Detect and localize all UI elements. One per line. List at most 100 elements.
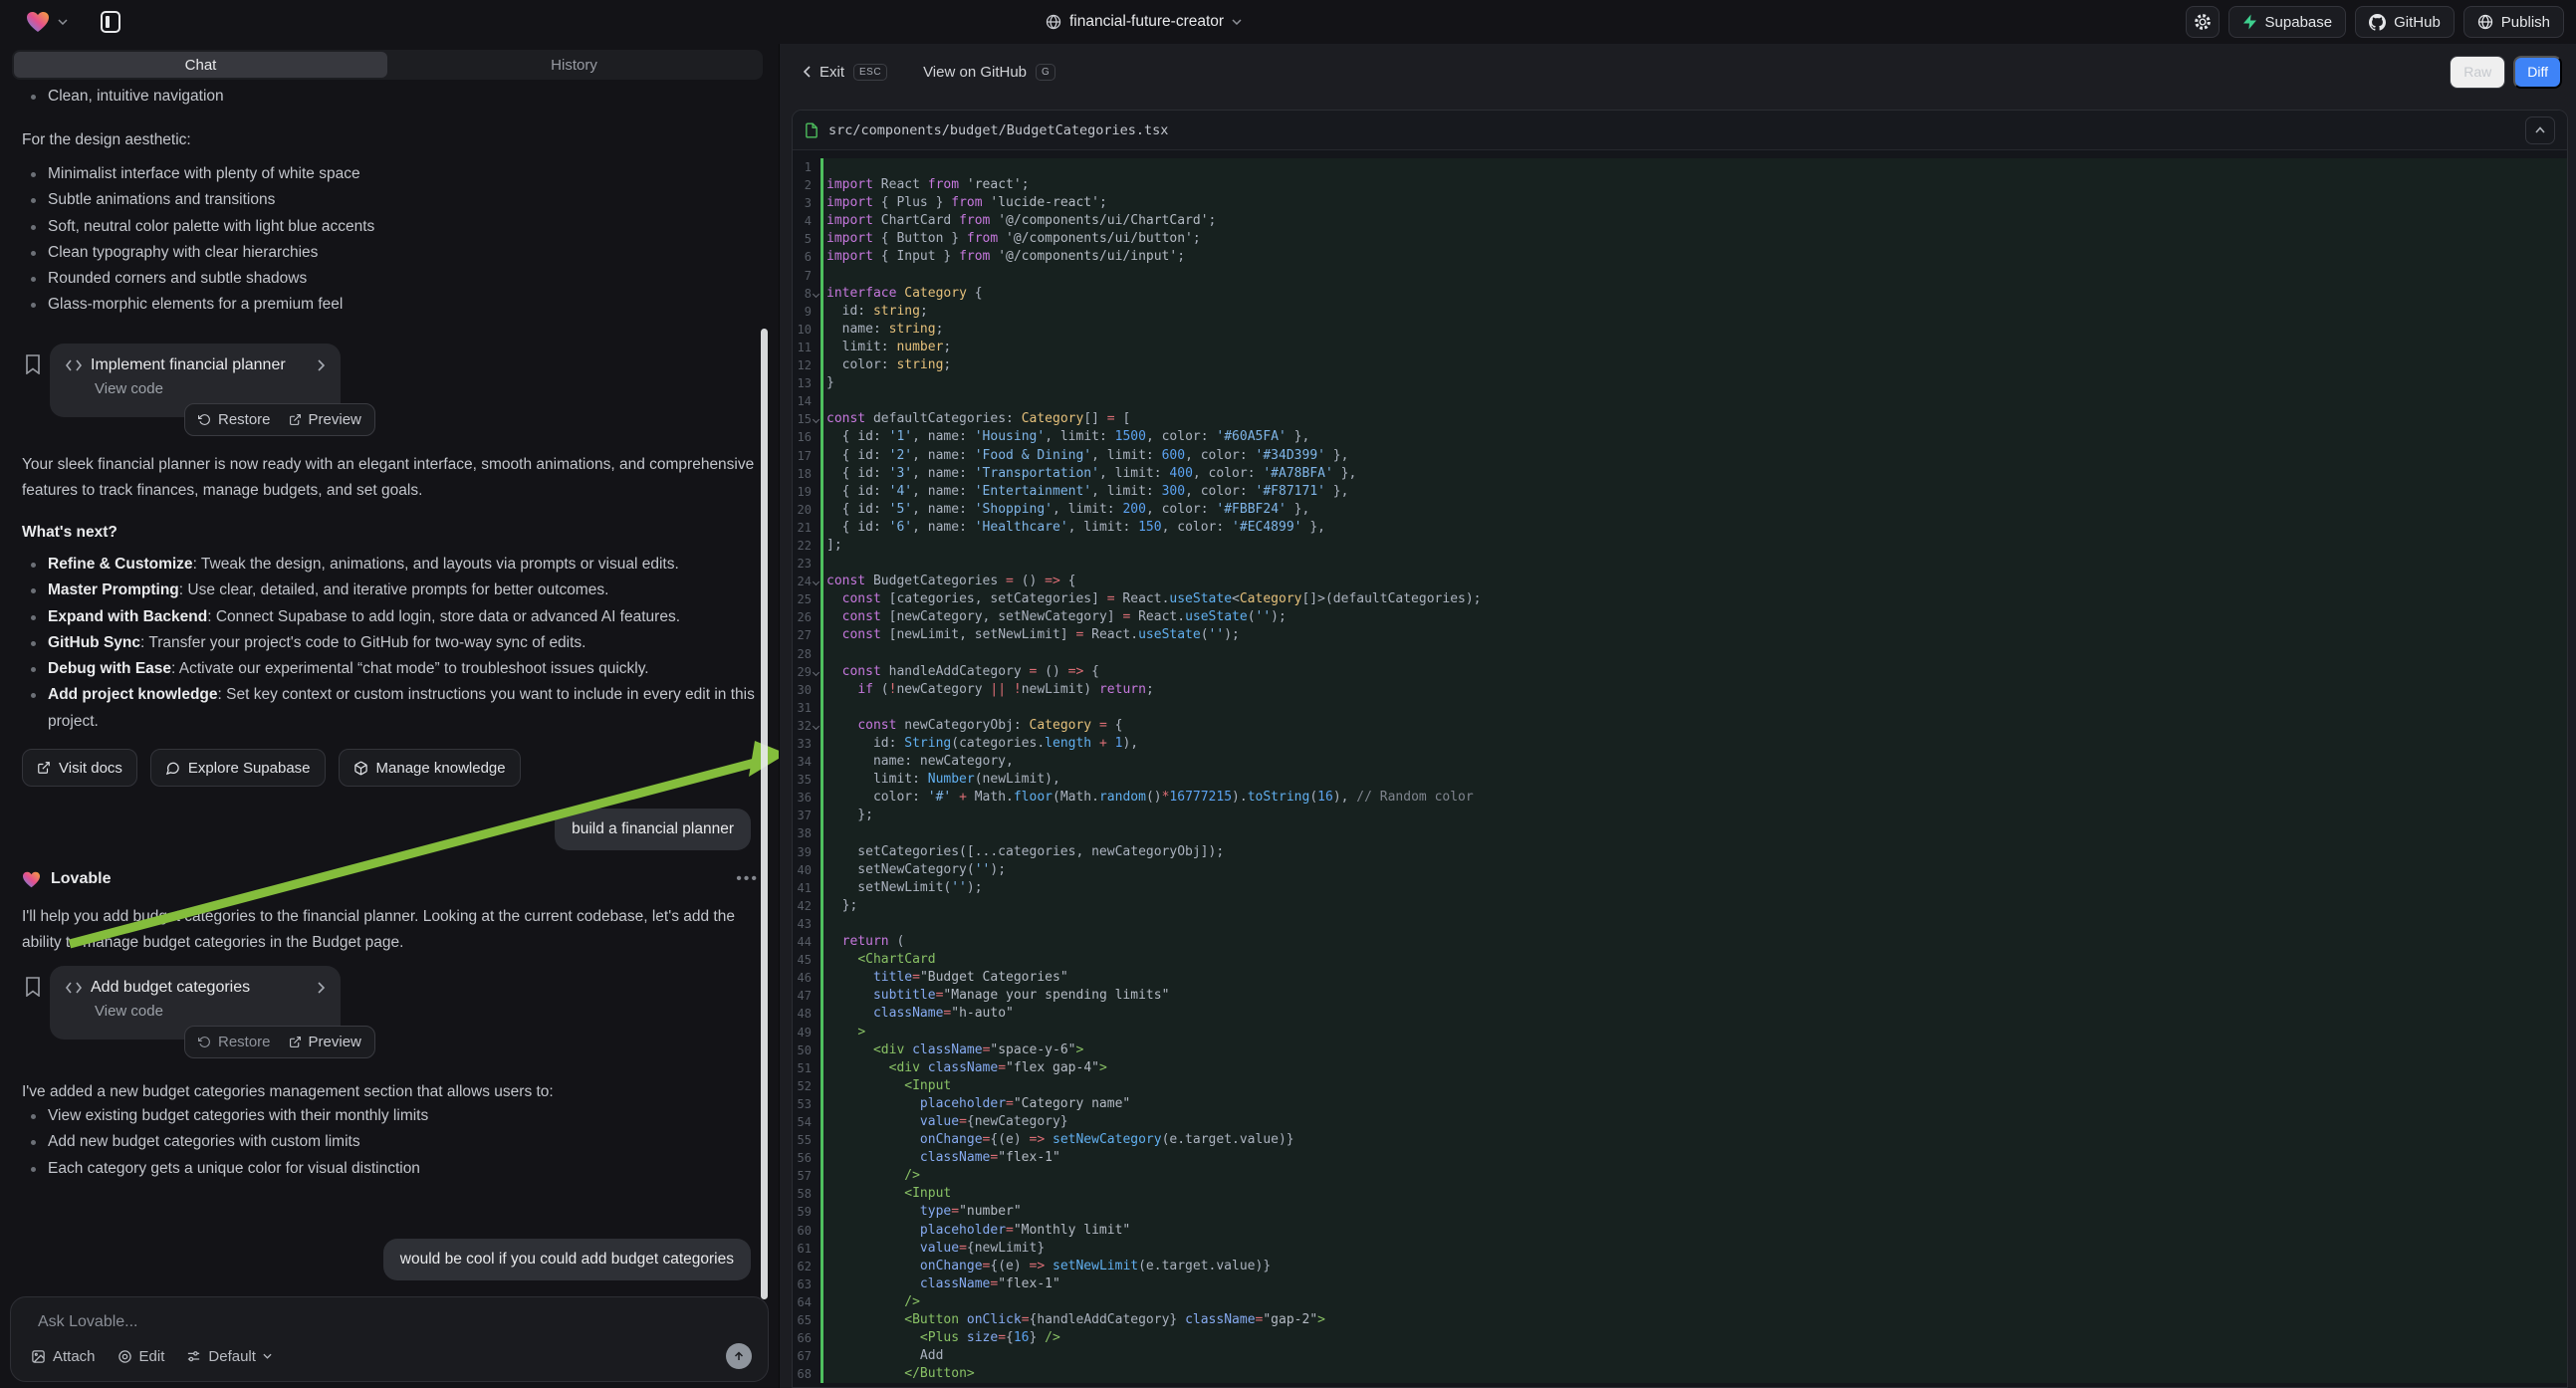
code-line: 60 placeholder="Monthly limit" [793, 1222, 2567, 1240]
code-line: 48 className="h-auto" [793, 1005, 2567, 1023]
code-line: 8interface Category { [793, 285, 2567, 303]
github-button[interactable]: GitHub [2355, 6, 2455, 38]
code-text: id: string; [823, 303, 2567, 321]
arrow-up-icon [733, 1350, 745, 1362]
sidebar-toggle-icon[interactable] [98, 9, 123, 35]
fold-gutter [812, 1293, 820, 1311]
visit-docs-button[interactable]: Visit docs [22, 749, 137, 787]
version-card-title: Add budget categories [91, 979, 309, 997]
next-steps-list: Refine & Customize: Tweak the design, an… [22, 552, 759, 735]
send-button[interactable] [726, 1343, 752, 1369]
project-switcher[interactable]: financial-future-creator [1046, 0, 1242, 44]
fold-gutter [812, 915, 820, 933]
code-text: name: newCategory, [823, 753, 2567, 771]
restore-preview-toolbar: Restore Preview [184, 1026, 375, 1058]
view-on-github-button[interactable]: View on GitHub G [923, 64, 1055, 81]
code-line: 51 <div className="flex gap-4"> [793, 1059, 2567, 1077]
line-number: 53 [793, 1095, 812, 1113]
code-text: { id: '3', name: 'Transportation', limit… [823, 465, 2567, 483]
code-line: 68 </Button> [793, 1365, 2567, 1383]
bookmark-icon[interactable] [24, 977, 44, 997]
attach-button[interactable]: Attach [31, 1348, 96, 1365]
fold-chevron-icon[interactable] [812, 573, 820, 590]
line-number: 65 [793, 1311, 812, 1329]
user-message: build a financial planner [555, 809, 751, 850]
code-text: limit: number; [823, 339, 2567, 356]
settings-button[interactable] [2186, 6, 2220, 38]
code-text: /> [823, 1293, 2567, 1311]
fold-chevron-icon[interactable] [812, 285, 820, 303]
line-number: 66 [793, 1329, 812, 1347]
composer-placeholder[interactable]: Ask Lovable... [38, 1313, 138, 1331]
fold-chevron-icon[interactable] [812, 410, 820, 428]
message-menu-icon[interactable]: ••• [736, 870, 759, 888]
fold-chevron-icon[interactable] [812, 717, 820, 735]
mode-selector[interactable]: Default [186, 1348, 272, 1365]
code-line: 38 [793, 824, 2567, 842]
code-line: 52 <Input [793, 1077, 2567, 1095]
code-text: onChange={(e) => setNewCategory(e.target… [823, 1131, 2567, 1149]
supabase-button[interactable]: Supabase [2228, 6, 2347, 38]
fold-gutter [812, 501, 820, 519]
fold-chevron-icon[interactable] [812, 663, 820, 681]
code-text [823, 915, 2567, 933]
external-link-icon [289, 1036, 302, 1048]
code-text: const handleAddCategory = () => { [823, 663, 2567, 681]
fold-gutter [812, 789, 820, 807]
tab-history[interactable]: History [387, 52, 761, 78]
code-line: 58 <Input [793, 1185, 2567, 1203]
line-number: 43 [793, 915, 812, 933]
line-number: 7 [793, 267, 812, 285]
publish-button[interactable]: Publish [2463, 6, 2564, 38]
manage-knowledge-button[interactable]: Manage knowledge [339, 749, 521, 787]
diff-toggle-button[interactable]: Diff [2513, 56, 2562, 89]
fold-gutter [812, 194, 820, 212]
code-line: 17 { id: '2', name: 'Food & Dining', lim… [793, 447, 2567, 465]
line-number: 55 [793, 1131, 812, 1149]
code-line: 2import React from 'react'; [793, 176, 2567, 194]
restore-button[interactable]: Restore [198, 411, 271, 428]
line-number: 8 [793, 285, 812, 303]
list-item: Clean typography with clear hierarchies [22, 240, 759, 266]
view-code-link[interactable]: View code [95, 380, 325, 397]
code-text: <div className="space-y-6"> [823, 1041, 2567, 1059]
tab-chat[interactable]: Chat [14, 52, 387, 78]
explore-supabase-button[interactable]: Explore Supabase [150, 749, 326, 787]
code-line: 31 [793, 699, 2567, 717]
exit-button[interactable]: Exit ESC [804, 64, 887, 81]
edit-mode-button[interactable]: Edit [117, 1348, 165, 1365]
line-number: 59 [793, 1203, 812, 1221]
line-number: 58 [793, 1185, 812, 1203]
collapse-file-button[interactable] [2525, 116, 2555, 144]
code-line: 34 name: newCategory, [793, 753, 2567, 771]
bookmark-icon[interactable] [24, 354, 44, 374]
lovable-logo-icon[interactable] [26, 11, 50, 33]
sliders-icon [186, 1349, 201, 1364]
code-line: 65 <Button onClick={handleAddCategory} c… [793, 1311, 2567, 1329]
raw-toggle-button[interactable]: Raw [2450, 56, 2505, 89]
fold-gutter [812, 1059, 820, 1077]
file-header[interactable]: src/components/budget/BudgetCategories.t… [793, 111, 2567, 150]
prompt-composer[interactable]: Ask Lovable... Attach Edit Default [10, 1296, 769, 1382]
code-line: 23 [793, 555, 2567, 573]
view-code-link[interactable]: View code [95, 1003, 325, 1020]
logo-menu-chevron-icon[interactable] [58, 19, 68, 25]
code-text: onChange={(e) => setNewLimit(e.target.va… [823, 1258, 2567, 1275]
code-line: 54 value={newCategory} [793, 1113, 2567, 1131]
code-text: <Plus size={16} /> [823, 1329, 2567, 1347]
design-bullet-list: Minimalist interface with plenty of whit… [22, 161, 759, 319]
list-item: Each category gets a unique color for vi… [22, 1156, 759, 1182]
line-number: 36 [793, 789, 812, 807]
preview-button[interactable]: Preview [289, 411, 361, 428]
code-line: 43 [793, 915, 2567, 933]
code-text: value={newCategory} [823, 1113, 2567, 1131]
fold-gutter [812, 608, 820, 626]
chat-scrollbar-thumb[interactable] [761, 329, 768, 1299]
whats-next-heading: What's next? [22, 520, 759, 546]
diff-file-card: src/components/budget/BudgetCategories.t… [792, 110, 2568, 1388]
fold-gutter [812, 1167, 820, 1185]
preview-button[interactable]: Preview [289, 1034, 361, 1050]
code-text: const [newLimit, setNewLimit] = React.us… [823, 626, 2567, 644]
restore-button[interactable]: Restore [198, 1034, 271, 1050]
code-line: 36 color: '#' + Math.floor(Math.random()… [793, 789, 2567, 807]
